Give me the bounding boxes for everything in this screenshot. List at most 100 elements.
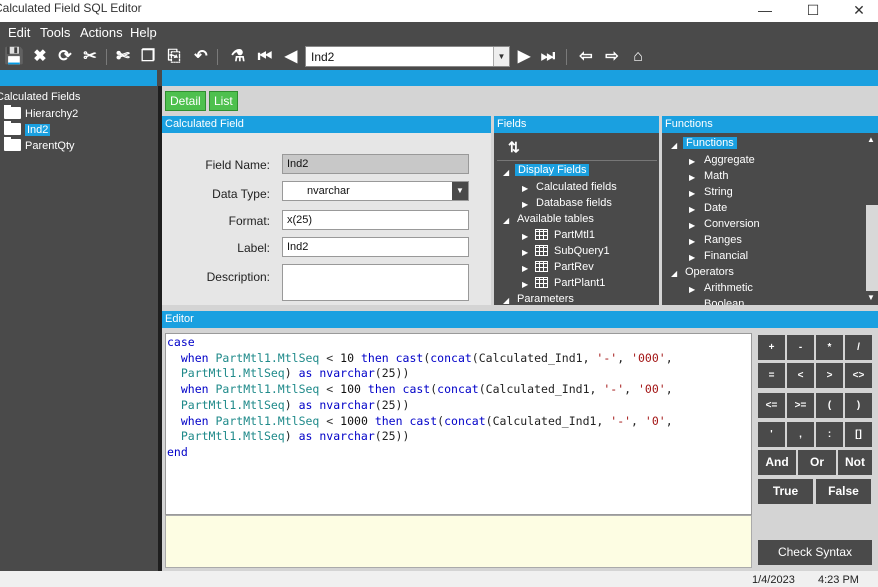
- copy-icon[interactable]: ❐: [138, 47, 158, 67]
- tree-table-partrev[interactable]: PartRev: [554, 261, 594, 273]
- tree-calculated-fields[interactable]: Calculated fields: [536, 181, 617, 193]
- clear-icon[interactable]: ✂: [80, 47, 100, 67]
- op-greater-equal-button[interactable]: >=: [787, 393, 814, 418]
- prev-icon[interactable]: ◀: [281, 47, 301, 67]
- op-brackets-button[interactable]: []: [845, 422, 872, 447]
- op-less-equal-button[interactable]: <=: [758, 393, 785, 418]
- folder-icon: [4, 121, 21, 135]
- status-date: 1/4/2023: [752, 574, 795, 586]
- sql-editor[interactable]: case when PartMtl1.MtlSeq < 10 then cast…: [165, 333, 752, 515]
- op-open-paren-button[interactable]: (: [816, 393, 843, 418]
- op-comma-button[interactable]: ,: [787, 422, 814, 447]
- close-icon[interactable]: ✕: [836, 0, 878, 22]
- calculated-field-header: Calculated Field: [162, 116, 491, 133]
- op-or-button[interactable]: Or: [798, 450, 836, 475]
- menu-edit[interactable]: Edit: [8, 25, 30, 40]
- tree-aggregate[interactable]: Aggregate: [704, 154, 755, 166]
- record-selector-value: Ind2: [311, 50, 335, 64]
- refresh-icon[interactable]: ⟳: [55, 47, 75, 67]
- tab-detail[interactable]: Detail: [165, 91, 206, 111]
- tree-operators[interactable]: Operators: [685, 266, 734, 278]
- label-label: Label:: [237, 241, 270, 255]
- op-not-button[interactable]: Not: [838, 450, 872, 475]
- tree-item-ind2[interactable]: Ind2: [4, 121, 51, 136]
- tree-database-fields[interactable]: Database fields: [536, 197, 612, 209]
- menu-help[interactable]: Help: [130, 25, 157, 40]
- op-divide-button[interactable]: /: [845, 335, 872, 360]
- tree-math[interactable]: Math: [704, 170, 728, 182]
- tree-available-tables[interactable]: Available tables: [517, 213, 594, 225]
- tree-table-subquery1[interactable]: SubQuery1: [554, 245, 610, 257]
- format-label: Format:: [228, 214, 270, 228]
- op-colon-button[interactable]: :: [816, 422, 843, 447]
- forward-icon[interactable]: ⇨: [602, 47, 622, 67]
- sort-az-icon[interactable]: ⇅: [508, 139, 520, 156]
- scrollbar-thumb[interactable]: [866, 205, 878, 291]
- last-icon[interactable]: ⏭: [538, 47, 558, 67]
- tree-financial[interactable]: Financial: [704, 250, 748, 262]
- tree-string[interactable]: String: [704, 186, 733, 198]
- chevron-down-icon[interactable]: ▼: [493, 47, 509, 66]
- tree-parameters[interactable]: Parameters: [517, 293, 574, 304]
- paste-icon[interactable]: ⎘: [164, 47, 184, 67]
- minimize-icon[interactable]: —: [742, 0, 788, 22]
- cut-icon[interactable]: ✄: [113, 47, 133, 67]
- tree-item-hierarchy2[interactable]: Hierarchy2: [4, 105, 78, 120]
- data-type-select[interactable]: nvarchar ▼: [282, 181, 469, 201]
- tree-date[interactable]: Date: [704, 202, 727, 214]
- syntax-message-box[interactable]: [165, 515, 752, 568]
- menu-bar: Edit Tools Actions Help: [0, 22, 878, 44]
- tree-arithmetic[interactable]: Arithmetic: [704, 282, 753, 294]
- scroll-down-icon[interactable]: ▼: [867, 293, 875, 302]
- next-icon[interactable]: ▶: [514, 47, 534, 67]
- menu-tools[interactable]: Tools: [40, 25, 70, 40]
- data-type-label: Data Type:: [212, 187, 270, 201]
- false-button[interactable]: False: [816, 479, 871, 504]
- format-input[interactable]: x(25): [282, 210, 469, 230]
- tree-conversion[interactable]: Conversion: [704, 218, 760, 230]
- delete-icon[interactable]: ✖: [30, 47, 50, 67]
- description-input[interactable]: [282, 264, 469, 301]
- tree-ranges[interactable]: Ranges: [704, 234, 742, 246]
- save-icon[interactable]: 💾: [4, 47, 24, 67]
- op-plus-button[interactable]: +: [758, 335, 785, 360]
- op-and-button[interactable]: And: [758, 450, 796, 475]
- tree-display-fields[interactable]: Display Fields: [515, 164, 590, 176]
- op-minus-button[interactable]: -: [787, 335, 814, 360]
- op-greater-button[interactable]: >: [816, 363, 843, 388]
- check-syntax-button[interactable]: Check Syntax: [758, 540, 872, 565]
- record-selector[interactable]: Ind2 ▼: [305, 46, 510, 67]
- table-icon: [535, 261, 548, 272]
- tree-item-parentqty[interactable]: ParentQty: [4, 137, 75, 152]
- scroll-up-icon[interactable]: ▲: [867, 135, 875, 144]
- op-less-button[interactable]: <: [787, 363, 814, 388]
- folder-icon: [4, 137, 21, 151]
- op-close-paren-button[interactable]: ): [845, 393, 872, 418]
- tree-boolean[interactable]: Boolean: [704, 298, 744, 305]
- tree-root-calculated-fields[interactable]: Calculated Fields: [0, 91, 80, 103]
- op-multiply-button[interactable]: *: [816, 335, 843, 360]
- search-icon[interactable]: ⚗: [228, 47, 248, 67]
- table-icon: [535, 245, 548, 256]
- tree-table-partmtl1[interactable]: PartMtl1: [554, 229, 595, 241]
- table-icon: [535, 229, 548, 240]
- field-name-input[interactable]: Ind2: [282, 154, 469, 174]
- label-input[interactable]: Ind2: [282, 237, 469, 257]
- op-not-equal-button[interactable]: <>: [845, 363, 872, 388]
- tab-list[interactable]: List: [209, 91, 238, 111]
- home-icon[interactable]: ⌂: [628, 47, 648, 67]
- maximize-icon[interactable]: ☐: [790, 0, 836, 22]
- op-equals-button[interactable]: =: [758, 363, 785, 388]
- chevron-down-icon[interactable]: ▼: [452, 182, 468, 200]
- undo-icon[interactable]: ↶: [191, 47, 211, 67]
- tree-functions[interactable]: Functions: [683, 137, 737, 149]
- back-icon[interactable]: ⇦: [576, 47, 596, 67]
- first-icon[interactable]: ⏮: [255, 47, 275, 67]
- tree-table-partplant1[interactable]: PartPlant1: [554, 277, 605, 289]
- fields-header: Fields: [494, 116, 659, 133]
- true-button[interactable]: True: [758, 479, 813, 504]
- op-quote-button[interactable]: ': [758, 422, 785, 447]
- functions-scrollbar[interactable]: ▲ ▼: [866, 133, 878, 305]
- menu-actions[interactable]: Actions: [80, 25, 123, 40]
- status-time: 4:23 PM: [818, 574, 859, 586]
